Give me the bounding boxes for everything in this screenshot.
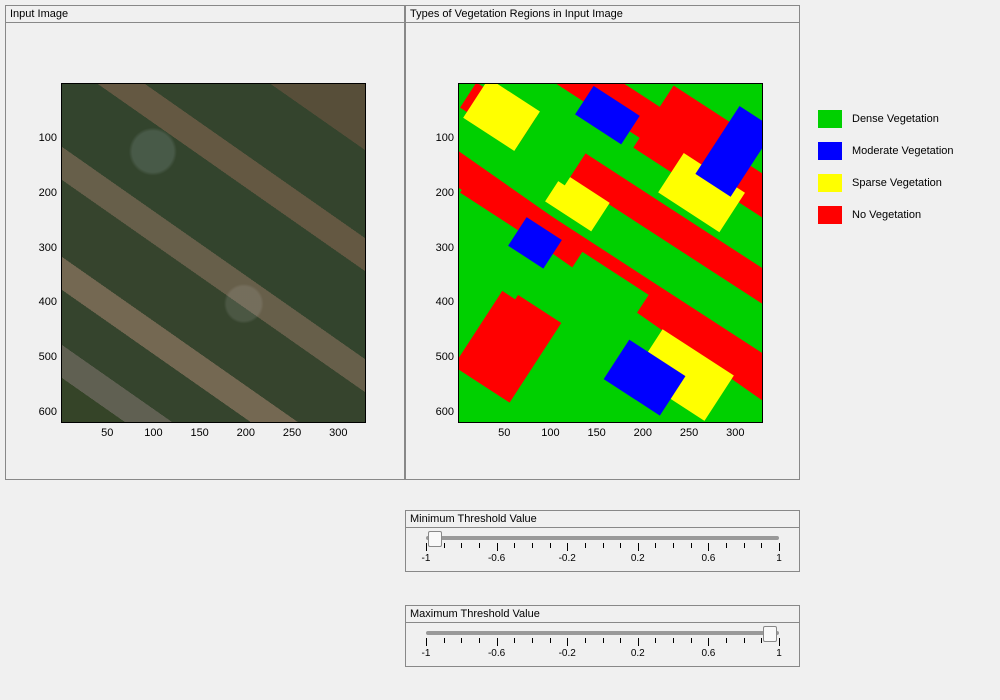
x-tick-label: 100 [541,427,559,439]
input-image-title: Input Image [6,6,404,23]
min-threshold-panel: Minimum Threshold Value -1 -0.6 -0.2 0.2 0.6… [405,510,800,572]
max-threshold-title: Maximum Threshold Value [406,606,799,623]
slider-tick-label: -0.2 [559,648,576,659]
legend-label: No Vegetation [852,209,921,221]
legend-item: Sparse Vegetation [818,174,988,192]
y-tick-label: 400 [436,296,454,308]
input-image-plot [61,83,366,423]
x-tick-label: 200 [237,427,255,439]
slider-tick-label: 0.2 [631,553,645,564]
slider-tick-label: -0.6 [488,553,505,564]
x-tick-label: 50 [101,427,113,439]
slider-ticks: -1-0.6-0.20.20.61 [426,638,779,663]
legend-swatch-dense [818,110,842,128]
y-tick-label: 100 [436,132,454,144]
y-tick-label: 300 [39,242,57,254]
y-tick-label: 100 [39,132,57,144]
slider-tick-label: -0.2 [559,553,576,564]
slider-ticks: -1-0.6-0.20.20.61 [426,543,779,568]
legend-item: Moderate Vegetation [818,142,988,160]
y-tick-label: 300 [436,242,454,254]
slider-tick-label: 1 [776,648,782,659]
y-tick-label: 600 [436,406,454,418]
segmentation-plot [458,83,763,423]
segmentation-title: Types of Vegetation Regions in Input Ima… [406,6,799,23]
y-tick-label: 500 [39,351,57,363]
slider-track [426,536,779,540]
slider-tick-label: 0.2 [631,648,645,659]
slider-tick-label: -1 [422,648,431,659]
y-tick-label: 200 [436,187,454,199]
aerial-image [62,84,365,422]
segmentation-axes: 50 100 150 200 250 300 100 200 300 400 500 600 [406,23,799,478]
x-tick-label: 100 [144,427,162,439]
x-tick-label: 200 [634,427,652,439]
max-threshold-slider[interactable]: -1 -0.6 -0.2 0.2 0.6 1 [406,623,799,665]
slider-tick-label: 0.6 [701,648,715,659]
max-threshold-panel: Maximum Threshold Value -1 -0.6 -0.2 0.2 0.6… [405,605,800,667]
y-tick-label: 500 [436,351,454,363]
y-tick-label: 600 [39,406,57,418]
slider-tick-label: -0.6 [488,648,505,659]
segmentation-image [459,84,762,422]
min-threshold-title: Minimum Threshold Value [406,511,799,528]
slider-tick-label: -1 [422,553,431,564]
legend-label: Sparse Vegetation [852,177,942,189]
x-tick-label: 250 [680,427,698,439]
x-tick-label: 300 [726,427,744,439]
legend-label: Dense Vegetation [852,113,939,125]
y-tick-label: 400 [39,296,57,308]
legend-swatch-moderate [818,142,842,160]
legend: Dense Vegetation Moderate Vegetation Spa… [818,110,988,238]
legend-swatch-sparse [818,174,842,192]
x-tick-label: 300 [329,427,347,439]
min-threshold-slider[interactable]: -1 -0.6 -0.2 0.2 0.6 1 [406,528,799,570]
x-tick-label: 50 [498,427,510,439]
legend-swatch-none [818,206,842,224]
input-image-axes: 50 100 150 200 250 300 100 200 300 400 500 600 [6,23,404,478]
x-tick-label: 150 [587,427,605,439]
segmentation-panel: Types of Vegetation Regions in Input Ima… [405,5,800,480]
legend-label: Moderate Vegetation [852,145,954,157]
x-tick-label: 250 [283,427,301,439]
slider-tick-label: 0.6 [701,553,715,564]
legend-item: No Vegetation [818,206,988,224]
x-tick-label: 150 [190,427,208,439]
slider-track [426,631,779,635]
legend-item: Dense Vegetation [818,110,988,128]
slider-tick-label: 1 [776,553,782,564]
y-tick-label: 200 [39,187,57,199]
input-image-panel: Input Image 50 100 150 200 250 300 100 200 300 40… [5,5,405,480]
